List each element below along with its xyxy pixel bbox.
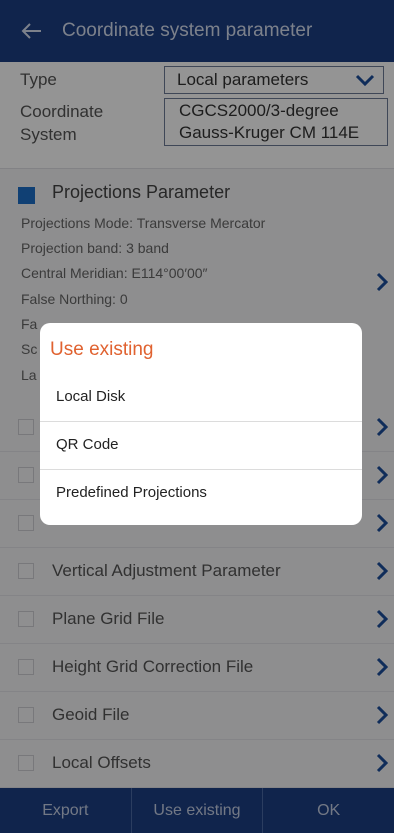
dialog-option-local-disk[interactable]: Local Disk	[40, 374, 362, 422]
dialog-option-label: QR Code	[56, 436, 119, 453]
dialog-option-qr-code[interactable]: QR Code	[40, 422, 362, 470]
dialog-option-label: Local Disk	[56, 388, 126, 405]
dialog-option-predefined-projections[interactable]: Predefined Projections	[40, 470, 362, 518]
use-existing-dialog: Use existing Local Disk QR Code Predefin…	[40, 323, 362, 525]
dialog-title: Use existing	[50, 339, 154, 360]
dialog-option-label: Predefined Projections	[56, 484, 207, 501]
